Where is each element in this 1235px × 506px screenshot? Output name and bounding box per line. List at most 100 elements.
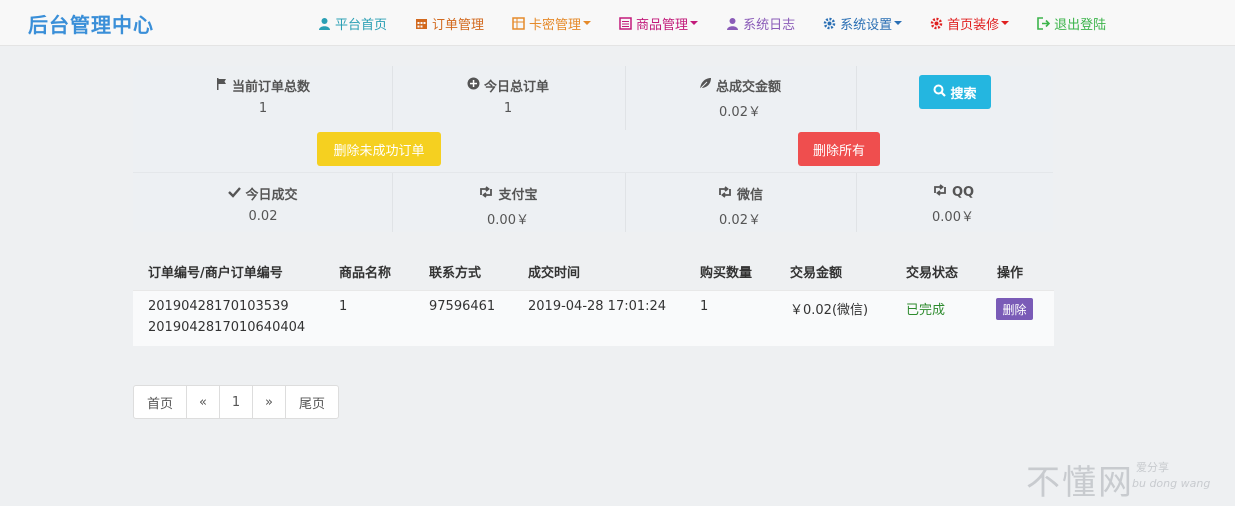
- list-icon: [619, 16, 632, 30]
- nav-item-home-decoration[interactable]: 首页装修: [930, 0, 1010, 46]
- stat-total-orders: 当前订单总数 1: [183, 76, 343, 116]
- divider: [856, 66, 857, 130]
- top-navbar: 后台管理中心 平台首页 订单管理 卡密管理 商品管理 系统日志 系统设置 首页装…: [0, 0, 1235, 46]
- amount: ￥0.02(微信): [790, 303, 869, 318]
- stat-value: 0.02￥: [719, 105, 761, 120]
- nav-label: 首页装修: [947, 17, 1000, 33]
- watermark: 不懂网 爱分享 bu dong wang: [1026, 455, 1210, 504]
- retweet-icon: [478, 185, 494, 202]
- stat-label: 今日成交: [245, 188, 298, 203]
- delete-all-button[interactable]: 删除所有: [798, 132, 880, 166]
- table-row: 20190428170103539 2019042817010640404 1 …: [133, 290, 1054, 346]
- product-name: 1: [339, 299, 348, 314]
- nav-label: 商品管理: [636, 17, 689, 33]
- contact: 97596461: [429, 299, 496, 314]
- stat-value: 0.00￥: [487, 213, 529, 228]
- nav-item-products[interactable]: 商品管理: [619, 0, 699, 46]
- stat-value: 0.02: [248, 209, 278, 224]
- stat-total-amount: 总成交金额 0.02￥: [660, 76, 820, 120]
- delete-unsuccessful-orders-button[interactable]: 删除未成功订单: [317, 132, 441, 166]
- chevron-down-icon: [894, 21, 903, 25]
- chevron-down-icon: [583, 21, 592, 25]
- nav-label: 系统设置: [840, 17, 893, 33]
- divider: [625, 66, 626, 130]
- orders-table: 订单编号/商户订单编号 商品名称 联系方式 成交时间 购买数量 交易金额 交易状…: [133, 250, 1054, 346]
- chevron-down-icon: [1001, 21, 1010, 25]
- leaf-icon: [699, 77, 712, 94]
- last-page-button[interactable]: 尾页: [286, 386, 338, 418]
- column-header: 订单编号/商户订单编号: [148, 266, 283, 281]
- calendar-icon: [415, 17, 428, 30]
- nav-label: 订单管理: [432, 17, 485, 33]
- retweet-icon: [717, 185, 733, 202]
- delete-order-button[interactable]: 删除: [996, 298, 1033, 320]
- search-button-label: 搜索: [950, 86, 977, 102]
- stat-label: 当前订单总数: [231, 80, 310, 95]
- flag-icon: [216, 77, 228, 94]
- merchant-order-number: 2019042817010640404: [148, 320, 306, 335]
- nav-label: 平台首页: [335, 17, 388, 33]
- order-number: 20190428170103539: [148, 299, 289, 314]
- divider: [392, 173, 393, 232]
- table-header: 订单编号/商户订单编号 商品名称 联系方式 成交时间 购买数量 交易金额 交易状…: [133, 250, 1054, 290]
- pagination: 首页 « 1 » 尾页: [133, 385, 339, 419]
- column-header: 成交时间: [528, 266, 581, 281]
- stat-today-orders: 今日总订单 1: [428, 76, 588, 116]
- status-badge: 已完成: [906, 303, 946, 318]
- retweet-icon: [932, 184, 948, 200]
- next-page-button[interactable]: »: [253, 386, 286, 418]
- chevron-down-icon: [690, 21, 699, 25]
- divider: [856, 173, 857, 232]
- nav-item-system-log[interactable]: 系统日志: [726, 0, 795, 46]
- gear-icon: [930, 17, 943, 30]
- column-header: 商品名称: [339, 266, 392, 281]
- stat-wechat: 微信 0.02￥: [660, 184, 820, 228]
- gear-icon: [823, 17, 836, 30]
- stat-today-deal: 今日成交 0.02: [183, 184, 343, 224]
- grid-icon: [512, 16, 525, 30]
- stat-value: 1: [503, 101, 513, 116]
- nav-item-logout[interactable]: 退出登陆: [1037, 0, 1106, 46]
- nav-item-orders[interactable]: 订单管理: [415, 0, 484, 46]
- watermark-pinyin: bu dong wang: [1132, 477, 1211, 490]
- stat-alipay: 支付宝 0.00￥: [428, 184, 588, 228]
- nav-item-card-keys[interactable]: 卡密管理: [512, 0, 592, 46]
- user-icon: [726, 17, 739, 30]
- column-header: 交易状态: [906, 266, 959, 281]
- divider: [625, 173, 626, 232]
- stat-label: 支付宝: [498, 188, 538, 203]
- stat-value: 0.00￥: [932, 210, 974, 225]
- prev-page-button[interactable]: «: [187, 386, 220, 418]
- stat-label: 微信: [736, 188, 763, 203]
- search-icon: [933, 84, 947, 101]
- stat-label: 今日总订单: [483, 80, 549, 95]
- page-number-button[interactable]: 1: [220, 386, 253, 418]
- stat-label: 总成交金额: [715, 80, 781, 95]
- first-page-button[interactable]: 首页: [134, 386, 187, 418]
- nav-label: 退出登陆: [1054, 17, 1107, 33]
- nav-item-platform-home[interactable]: 平台首页: [318, 0, 387, 46]
- stat-value: 0.02￥: [719, 213, 761, 228]
- divider: [392, 66, 393, 130]
- logout-icon: [1037, 16, 1051, 30]
- column-header: 联系方式: [429, 266, 482, 281]
- column-header: 操作: [997, 266, 1024, 281]
- nav-label: 卡密管理: [529, 17, 582, 33]
- stat-qq: QQ 0.00￥: [873, 184, 1033, 225]
- stat-value: 1: [258, 101, 268, 116]
- deal-time: 2019-04-28 17:01:24: [528, 299, 667, 314]
- watermark-title: 不懂网: [1026, 463, 1134, 503]
- nav-label: 系统日志: [743, 17, 796, 33]
- search-button[interactable]: 搜索: [919, 75, 991, 109]
- column-header: 购买数量: [700, 266, 753, 281]
- check-icon: [228, 186, 242, 202]
- brand-title[interactable]: 后台管理中心: [28, 9, 154, 38]
- watermark-tagline: 爱分享: [1136, 461, 1169, 474]
- column-header: 交易金额: [790, 266, 843, 281]
- divider: [133, 172, 1053, 173]
- nav-item-system-settings[interactable]: 系统设置: [823, 0, 903, 46]
- user-icon: [318, 17, 331, 30]
- plus-circle-icon: [467, 77, 480, 94]
- main-nav: 平台首页 订单管理 卡密管理 商品管理 系统日志 系统设置 首页装修 退出登陆: [318, 0, 1134, 46]
- stat-label: QQ: [951, 184, 975, 200]
